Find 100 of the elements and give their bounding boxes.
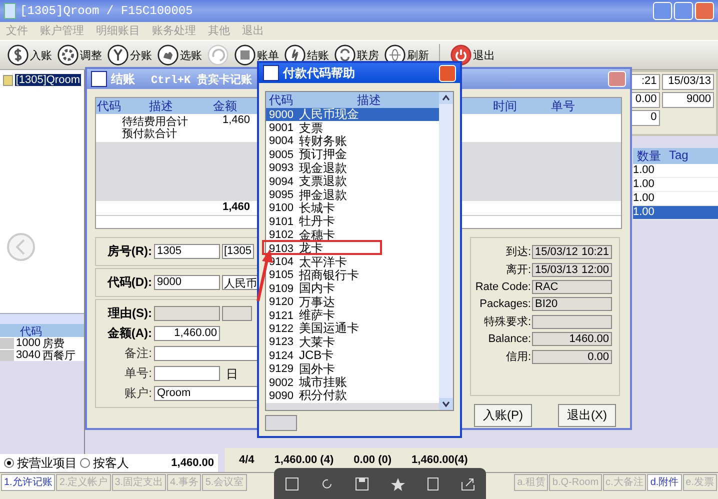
input-field[interactable] xyxy=(154,366,220,381)
list-item[interactable]: 9004 转财务账 xyxy=(266,134,439,148)
field-label: 到达: xyxy=(504,245,531,259)
field-label: 账户: xyxy=(124,385,152,402)
list-item[interactable]: 9129 国外卡 xyxy=(266,362,439,376)
column-header: Tag xyxy=(668,148,690,164)
share-icon[interactable] xyxy=(460,476,476,492)
save-icon[interactable] xyxy=(354,476,370,492)
paid-amount: 0.00 (0) xyxy=(354,454,392,466)
list-item[interactable]: 9105 招商银行卡 xyxy=(266,268,439,282)
column-header: 时间 xyxy=(492,98,518,115)
dialog-title: 付款代码帮助 xyxy=(283,64,355,82)
list-item[interactable]: 9121 维萨卡 xyxy=(266,308,439,322)
field-label: 信用: xyxy=(504,350,531,364)
scrollbar[interactable] xyxy=(439,92,453,410)
folder-icon xyxy=(3,74,13,86)
maximize-button[interactable] xyxy=(674,2,693,20)
info-field: 1460.00 xyxy=(532,332,612,346)
list-item[interactable]: 9120 万事达 xyxy=(266,295,439,309)
column-header: 单号 xyxy=(550,98,576,115)
info-field: 9000 xyxy=(662,92,714,108)
input-field[interactable]: 人民币 xyxy=(222,275,259,290)
record-count: 4/4 xyxy=(239,454,254,466)
list-item[interactable]: 9005 预订押金 xyxy=(266,148,439,162)
info-field: BI20 xyxy=(532,297,612,311)
field-label: 金额(A): xyxy=(106,325,152,342)
list-item[interactable]: 9094 支票退款 xyxy=(266,174,439,188)
table-row[interactable]: 1.00 xyxy=(633,164,718,178)
list-item[interactable]: 9095 押金退款 xyxy=(266,188,439,202)
tab[interactable]: d.附件 xyxy=(647,474,682,491)
balance-amount: 1,460.00(4) xyxy=(412,454,468,466)
field-label: 备注: xyxy=(124,345,152,362)
info-field: RAC xyxy=(532,280,612,294)
input-field[interactable]: 9000 xyxy=(154,275,220,290)
column-header: 描述 xyxy=(148,98,174,115)
list-item[interactable]: 9124 JCB卡 xyxy=(266,349,439,362)
dialog-title: 结账 xyxy=(111,70,135,88)
total-amount: 1,460.00 xyxy=(171,457,214,469)
dialog-button[interactable]: 入账(P) xyxy=(474,404,532,427)
radio-label: 按营业项目 xyxy=(17,454,77,472)
column-header: 数量 xyxy=(636,148,662,164)
field-label: 单号: xyxy=(124,365,152,382)
list-item[interactable]: 9122 美国运通卡 xyxy=(266,322,439,336)
info-field: 0 xyxy=(629,110,660,126)
list-item[interactable]: 9109 国内卡 xyxy=(266,282,439,296)
scrollbar[interactable] xyxy=(0,313,84,324)
list-item[interactable]: 9001 支票 xyxy=(266,121,439,135)
table-cell: 3040 xyxy=(16,349,40,361)
star-icon[interactable] xyxy=(390,476,406,492)
logo-icon xyxy=(263,65,279,81)
radio-button[interactable] xyxy=(4,458,14,468)
list-item[interactable]: 9123 大莱卡 xyxy=(266,336,439,350)
info-field: 15/03/13 xyxy=(662,74,714,90)
scroll-down-icon[interactable] xyxy=(439,398,453,410)
list-item[interactable]: 9100 长城卡 xyxy=(266,202,439,216)
close-button[interactable] xyxy=(695,2,714,20)
table-cell-text: 待结费用合计 xyxy=(122,115,189,128)
input-field[interactable]: 1305 xyxy=(154,244,220,259)
info-field: 15/03/13 12:00 xyxy=(532,262,612,276)
column-header: 代码 xyxy=(0,324,84,337)
shortcut-hint: Ctrl+K 贵宾卡记账 xyxy=(151,72,252,86)
table-cell-text: 预付款合计 xyxy=(122,127,178,141)
field-label: 房号(R): xyxy=(106,243,152,260)
table-cell: 1000 xyxy=(16,337,40,349)
table-row[interactable]: 1.00 xyxy=(633,206,718,220)
field-label: 理由(S): xyxy=(106,305,152,322)
dialog-button[interactable]: 退出(X) xyxy=(558,404,616,427)
list-item[interactable]: 9093 现金退款 xyxy=(266,162,439,175)
input-field[interactable] xyxy=(222,306,252,321)
radio-button[interactable] xyxy=(80,458,90,468)
list-item[interactable]: 9101 牡丹卡 xyxy=(266,215,439,229)
toolbar-button[interactable]: 分账 xyxy=(106,44,153,66)
tree-item[interactable]: [1305]Qroom xyxy=(14,74,81,86)
toolbar-button[interactable]: 调整 xyxy=(56,44,103,66)
logo-icon xyxy=(91,71,107,87)
document-icon[interactable] xyxy=(424,476,441,492)
minimize-button[interactable] xyxy=(653,2,672,20)
field-label: 日 xyxy=(225,366,239,381)
window-title: [1305]Qroom / F15C100005 xyxy=(20,4,194,18)
toolbar-button[interactable]: 选账 xyxy=(156,44,203,66)
app-icon xyxy=(4,3,16,19)
total-amount: 1,460 xyxy=(221,201,250,215)
table-row[interactable]: 1.00 xyxy=(633,178,718,192)
list-item[interactable]: 9000 人民币现金 xyxy=(266,108,439,122)
scroll-up-icon[interactable] xyxy=(439,92,453,104)
scrollbar[interactable] xyxy=(265,415,297,431)
field-label: Balance: xyxy=(487,333,531,345)
input-field[interactable]: 1,460.00 xyxy=(154,326,220,341)
info-field: 0.00 xyxy=(532,350,612,364)
list-item[interactable]: 9102 金穗卡 xyxy=(266,228,439,242)
table-cell-text: 房费 xyxy=(42,336,64,350)
total-amount: 1,460.00 (4) xyxy=(274,454,334,466)
toolbar-button[interactable]: 入账 xyxy=(6,44,53,66)
frame-icon[interactable] xyxy=(284,476,300,492)
column-header: 代码 xyxy=(268,92,294,108)
column-header: 描述 xyxy=(356,92,382,108)
close-button[interactable] xyxy=(608,71,626,87)
close-button[interactable] xyxy=(439,64,456,82)
input-field[interactable]: [1305 xyxy=(222,244,254,259)
tab[interactable]: 1.允许记账 xyxy=(1,474,56,491)
